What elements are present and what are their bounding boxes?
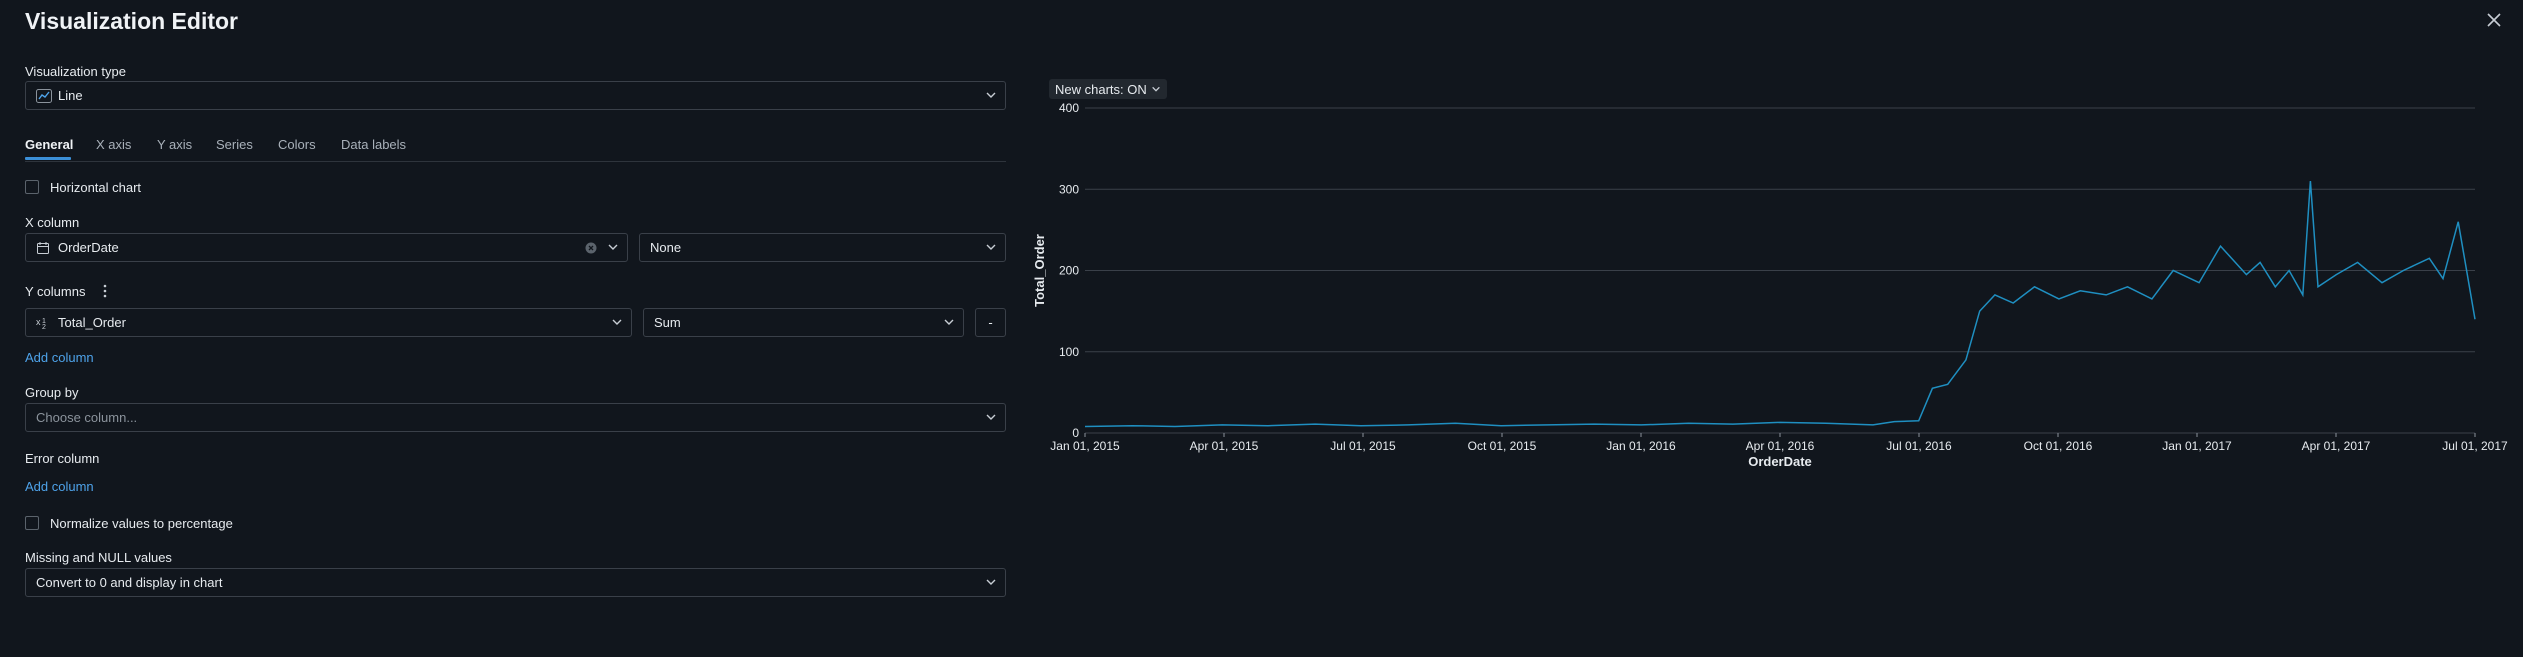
tab-colors[interactable]: Colors — [278, 137, 316, 152]
horizontal-chart-label: Horizontal chart — [50, 180, 142, 195]
aggregation-value: Sum — [654, 315, 681, 330]
new-charts-label: New charts: ON — [1055, 81, 1147, 97]
add-y-column-link[interactable]: Add column — [25, 350, 94, 365]
x-tick-label: Jan 01, 2016 — [1606, 439, 1676, 453]
y-tick-label: 0 — [1072, 426, 1079, 440]
x-tick-label: Apr 01, 2016 — [1746, 439, 1815, 453]
y-column-select[interactable]: x12 Total_Order — [25, 308, 632, 337]
x-tick-label: Jul 01, 2015 — [1330, 439, 1396, 453]
missing-values-select[interactable]: Convert to 0 and display in chart — [25, 568, 1006, 597]
x-tick-label: Jan 01, 2017 — [2162, 439, 2232, 453]
x-tick-label: Jan 01, 2015 — [1050, 439, 1120, 453]
horizontal-chart-checkbox[interactable] — [25, 180, 39, 194]
x-tick-label: Oct 01, 2016 — [2024, 439, 2093, 453]
tab-bar: General X axis Y axis Series Colors Data… — [25, 133, 1006, 162]
svg-text:2: 2 — [42, 324, 46, 330]
y-column-value: Total_Order — [58, 315, 126, 330]
x-tick-label: Apr 01, 2015 — [1190, 439, 1259, 453]
x-tick-label: Oct 01, 2015 — [1468, 439, 1537, 453]
x-scale-value: None — [650, 240, 682, 255]
aggregation-select[interactable]: Sum — [643, 308, 964, 337]
y-tick-label: 200 — [1059, 264, 1079, 278]
chevron-down-icon — [985, 241, 997, 253]
chevron-down-icon — [607, 241, 619, 253]
missing-values-value: Convert to 0 and display in chart — [36, 575, 223, 590]
chevron-down-icon — [611, 316, 623, 328]
viz-type-select[interactable]: Line — [25, 81, 1006, 110]
tab-y-axis[interactable]: Y axis — [157, 137, 192, 152]
missing-values-label: Missing and NULL values — [25, 550, 172, 565]
editor-title: Visualization Editor — [25, 8, 238, 34]
x-column-select[interactable]: OrderDate — [25, 233, 628, 262]
y-axis-title: Total_Order — [1032, 234, 1047, 307]
y-tick-label: 100 — [1059, 345, 1079, 359]
tab-series[interactable]: Series — [216, 137, 253, 152]
normalize-checkbox[interactable] — [25, 516, 39, 530]
chevron-down-icon — [985, 411, 997, 423]
group-by-placeholder: Choose column... — [36, 410, 138, 425]
x-axis-title: OrderDate — [1748, 454, 1812, 469]
x-scale-select[interactable]: None — [639, 233, 1006, 262]
remove-y-column-button[interactable]: - — [975, 308, 1006, 337]
active-tab-indicator — [25, 157, 71, 160]
error-column-label: Error column — [25, 451, 100, 466]
group-by-label: Group by — [25, 385, 79, 400]
y-columns-label: Y columns — [25, 284, 86, 299]
viz-type-label: Visualization type — [25, 64, 126, 79]
tab-data-labels[interactable]: Data labels — [341, 137, 406, 152]
close-icon[interactable] — [2483, 10, 2505, 32]
normalize-label: Normalize values to percentage — [50, 516, 233, 531]
chevron-down-icon — [943, 316, 955, 328]
new-charts-toggle[interactable]: New charts: ON — [1049, 79, 1167, 99]
calendar-icon — [36, 241, 52, 255]
kebab-menu-icon[interactable] — [100, 283, 110, 299]
x-column-label: X column — [25, 215, 80, 230]
chevron-down-icon — [1151, 82, 1161, 97]
add-error-column-link[interactable]: Add column — [25, 479, 94, 494]
x-tick-label: Apr 01, 2017 — [2302, 439, 2371, 453]
series-line-total-order — [1084, 181, 2476, 428]
x-column-value: OrderDate — [58, 240, 119, 255]
chevron-down-icon — [985, 89, 997, 101]
chevron-down-icon — [985, 576, 997, 588]
y-tick-label: 300 — [1059, 182, 1079, 196]
clear-icon[interactable] — [585, 242, 597, 257]
viz-type-value: Line — [58, 88, 83, 103]
y-tick-label: 400 — [1059, 101, 1079, 115]
tab-general[interactable]: General — [25, 137, 73, 152]
numeric-column-icon: x12 — [36, 316, 52, 331]
line-chart: 0 100 200 300 400 Jan 01, 2015 Apr 01, 2015 Jul… — [1032, 101, 2508, 469]
tab-x-axis[interactable]: X axis — [96, 137, 131, 152]
x-tick-label: Jul 01, 2017 — [2442, 439, 2508, 453]
svg-text:x: x — [36, 317, 41, 327]
x-tick-label: Jul 01, 2016 — [1886, 439, 1952, 453]
group-by-select[interactable]: Choose column... — [25, 403, 1006, 432]
line-chart-icon — [36, 88, 52, 103]
